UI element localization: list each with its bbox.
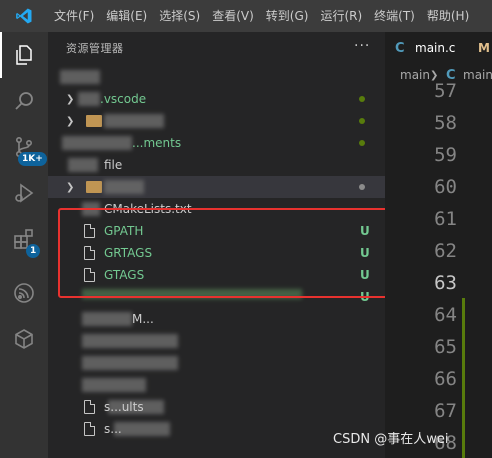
tree-item-label: s... <box>104 422 122 436</box>
tree-item-gtags[interactable]: GTAGS U <box>48 264 385 286</box>
line-number: 61 <box>434 208 457 230</box>
folder-icon <box>86 181 102 193</box>
status-dot <box>359 118 365 124</box>
untracked-badge: U <box>360 224 370 238</box>
explorer-sidebar: 资源管理器 ··· ❯ .vscode ❯ ...ments file ❯ CM… <box>48 32 385 458</box>
vscode-logo-icon <box>0 0 48 32</box>
tree-item-folder[interactable]: ❯ <box>48 110 385 132</box>
menu-run[interactable]: 运行(R) <box>314 0 368 32</box>
hexagon-icon[interactable] <box>0 316 48 362</box>
chevron-right-icon: ❯ <box>66 181 75 193</box>
line-number-current: 63 <box>434 272 457 294</box>
blurred-region <box>60 70 100 84</box>
tree-item-gpath[interactable]: GPATH U <box>48 220 385 242</box>
tree-item-label: GRTAGS <box>104 246 153 260</box>
blurred-region <box>82 334 178 348</box>
tree-item-cmakelists[interactable]: CMakeLists.txt <box>48 198 385 220</box>
tree-item-label: M... <box>132 312 154 326</box>
tree-item-blurred[interactable]: s...ults <box>48 396 385 418</box>
tree-item-blurred[interactable] <box>48 352 385 374</box>
file-icon <box>84 246 95 260</box>
tree-item-blurred[interactable] <box>48 374 385 396</box>
blurred-region <box>114 422 170 436</box>
extensions-badge: 1 <box>26 244 41 258</box>
blurred-region <box>82 378 146 392</box>
sidebar-title: 资源管理器 <box>66 42 124 55</box>
line-number: 65 <box>434 336 457 358</box>
tree-item-blurred[interactable]: M... <box>48 308 385 330</box>
tree-item-label: s...ults <box>104 400 144 414</box>
c-file-icon: C <box>395 40 405 56</box>
blurred-region <box>78 92 100 106</box>
status-dot <box>359 96 365 102</box>
blurred-region <box>82 312 132 326</box>
run-debug-icon[interactable] <box>0 170 48 216</box>
tree-item-blurred[interactable] <box>48 330 385 352</box>
blurred-region <box>104 114 164 128</box>
tree-item-label: GTAGS <box>104 268 145 282</box>
tree-item-blurred[interactable]: U <box>48 286 385 308</box>
status-dot <box>359 184 365 190</box>
espressif-icon[interactable] <box>0 270 48 316</box>
chevron-right-icon: ❯ <box>66 115 75 127</box>
file-icon <box>84 268 95 282</box>
modified-badge: M <box>478 41 490 55</box>
git-gutter-added-marker <box>462 298 465 458</box>
menu-edit[interactable]: 编辑(E) <box>100 0 153 32</box>
explorer-icon[interactable] <box>0 32 48 78</box>
extensions-icon[interactable]: 1 <box>0 216 48 262</box>
line-number: 67 <box>434 400 457 422</box>
watermark: CSDN @事在人wei <box>333 432 449 447</box>
menu-file[interactable]: 文件(F) <box>48 0 100 32</box>
menu-view[interactable]: 查看(V) <box>206 0 260 32</box>
line-number: 64 <box>434 304 457 326</box>
blurred-region <box>82 202 100 216</box>
tab-main-c[interactable]: C main.c M <box>385 32 492 64</box>
line-number: 60 <box>434 176 457 198</box>
menu-help[interactable]: 帮助(H) <box>421 0 475 32</box>
folder-icon <box>86 115 102 127</box>
tree-item-folder[interactable]: ...ments <box>48 132 385 154</box>
menu-go[interactable]: 转到(G) <box>260 0 315 32</box>
tree-item-grtags[interactable]: GRTAGS U <box>48 242 385 264</box>
line-number: 57 <box>434 80 457 102</box>
tree-item-vscode[interactable]: ❯ .vscode <box>48 88 385 110</box>
tree-item-label: .vscode <box>100 92 147 106</box>
untracked-badge: U <box>360 246 370 260</box>
line-number: 58 <box>434 112 457 134</box>
file-icon <box>84 224 95 238</box>
more-actions-icon[interactable]: ··· <box>354 38 370 54</box>
scm-badge: 1K+ <box>18 152 47 166</box>
untracked-badge: U <box>360 268 370 282</box>
activity-bar: 1K+ 1 <box>0 32 48 458</box>
blurred-region <box>104 180 144 194</box>
line-number: 66 <box>434 368 457 390</box>
menu-bar: 文件(F) 编辑(E) 选择(S) 查看(V) 转到(G) 运行(R) 终端(T… <box>0 0 492 32</box>
tab-label: main.c <box>415 41 456 55</box>
search-icon[interactable] <box>0 78 48 124</box>
status-dot <box>359 140 365 146</box>
tree-item-label: ...ments <box>132 136 182 150</box>
tree-item-label: GPATH <box>104 224 144 238</box>
menu-terminal[interactable]: 终端(T) <box>368 0 421 32</box>
breadcrumb-file[interactable]: main <box>463 68 492 82</box>
tree-item-folder-selected[interactable]: ❯ <box>48 176 385 198</box>
tree-item-label: file <box>104 158 123 172</box>
blurred-region <box>62 136 132 150</box>
line-number: 62 <box>434 240 457 262</box>
file-icon <box>84 422 95 436</box>
file-icon <box>84 400 95 414</box>
blurred-region <box>68 158 98 172</box>
tree-item-label: CMakeLists.txt <box>104 202 192 216</box>
chevron-right-icon: ❯ <box>66 93 75 105</box>
source-control-icon[interactable]: 1K+ <box>0 124 48 170</box>
blurred-region <box>82 356 178 370</box>
untracked-badge: U <box>360 290 370 304</box>
editor-area: C main.c M main ❯ C main 57 58 59 60 61 … <box>385 32 492 458</box>
line-number: 59 <box>434 144 457 166</box>
blurred-region <box>82 289 302 299</box>
tree-item-file-folder[interactable]: file <box>48 154 385 176</box>
menu-selection[interactable]: 选择(S) <box>153 0 206 32</box>
